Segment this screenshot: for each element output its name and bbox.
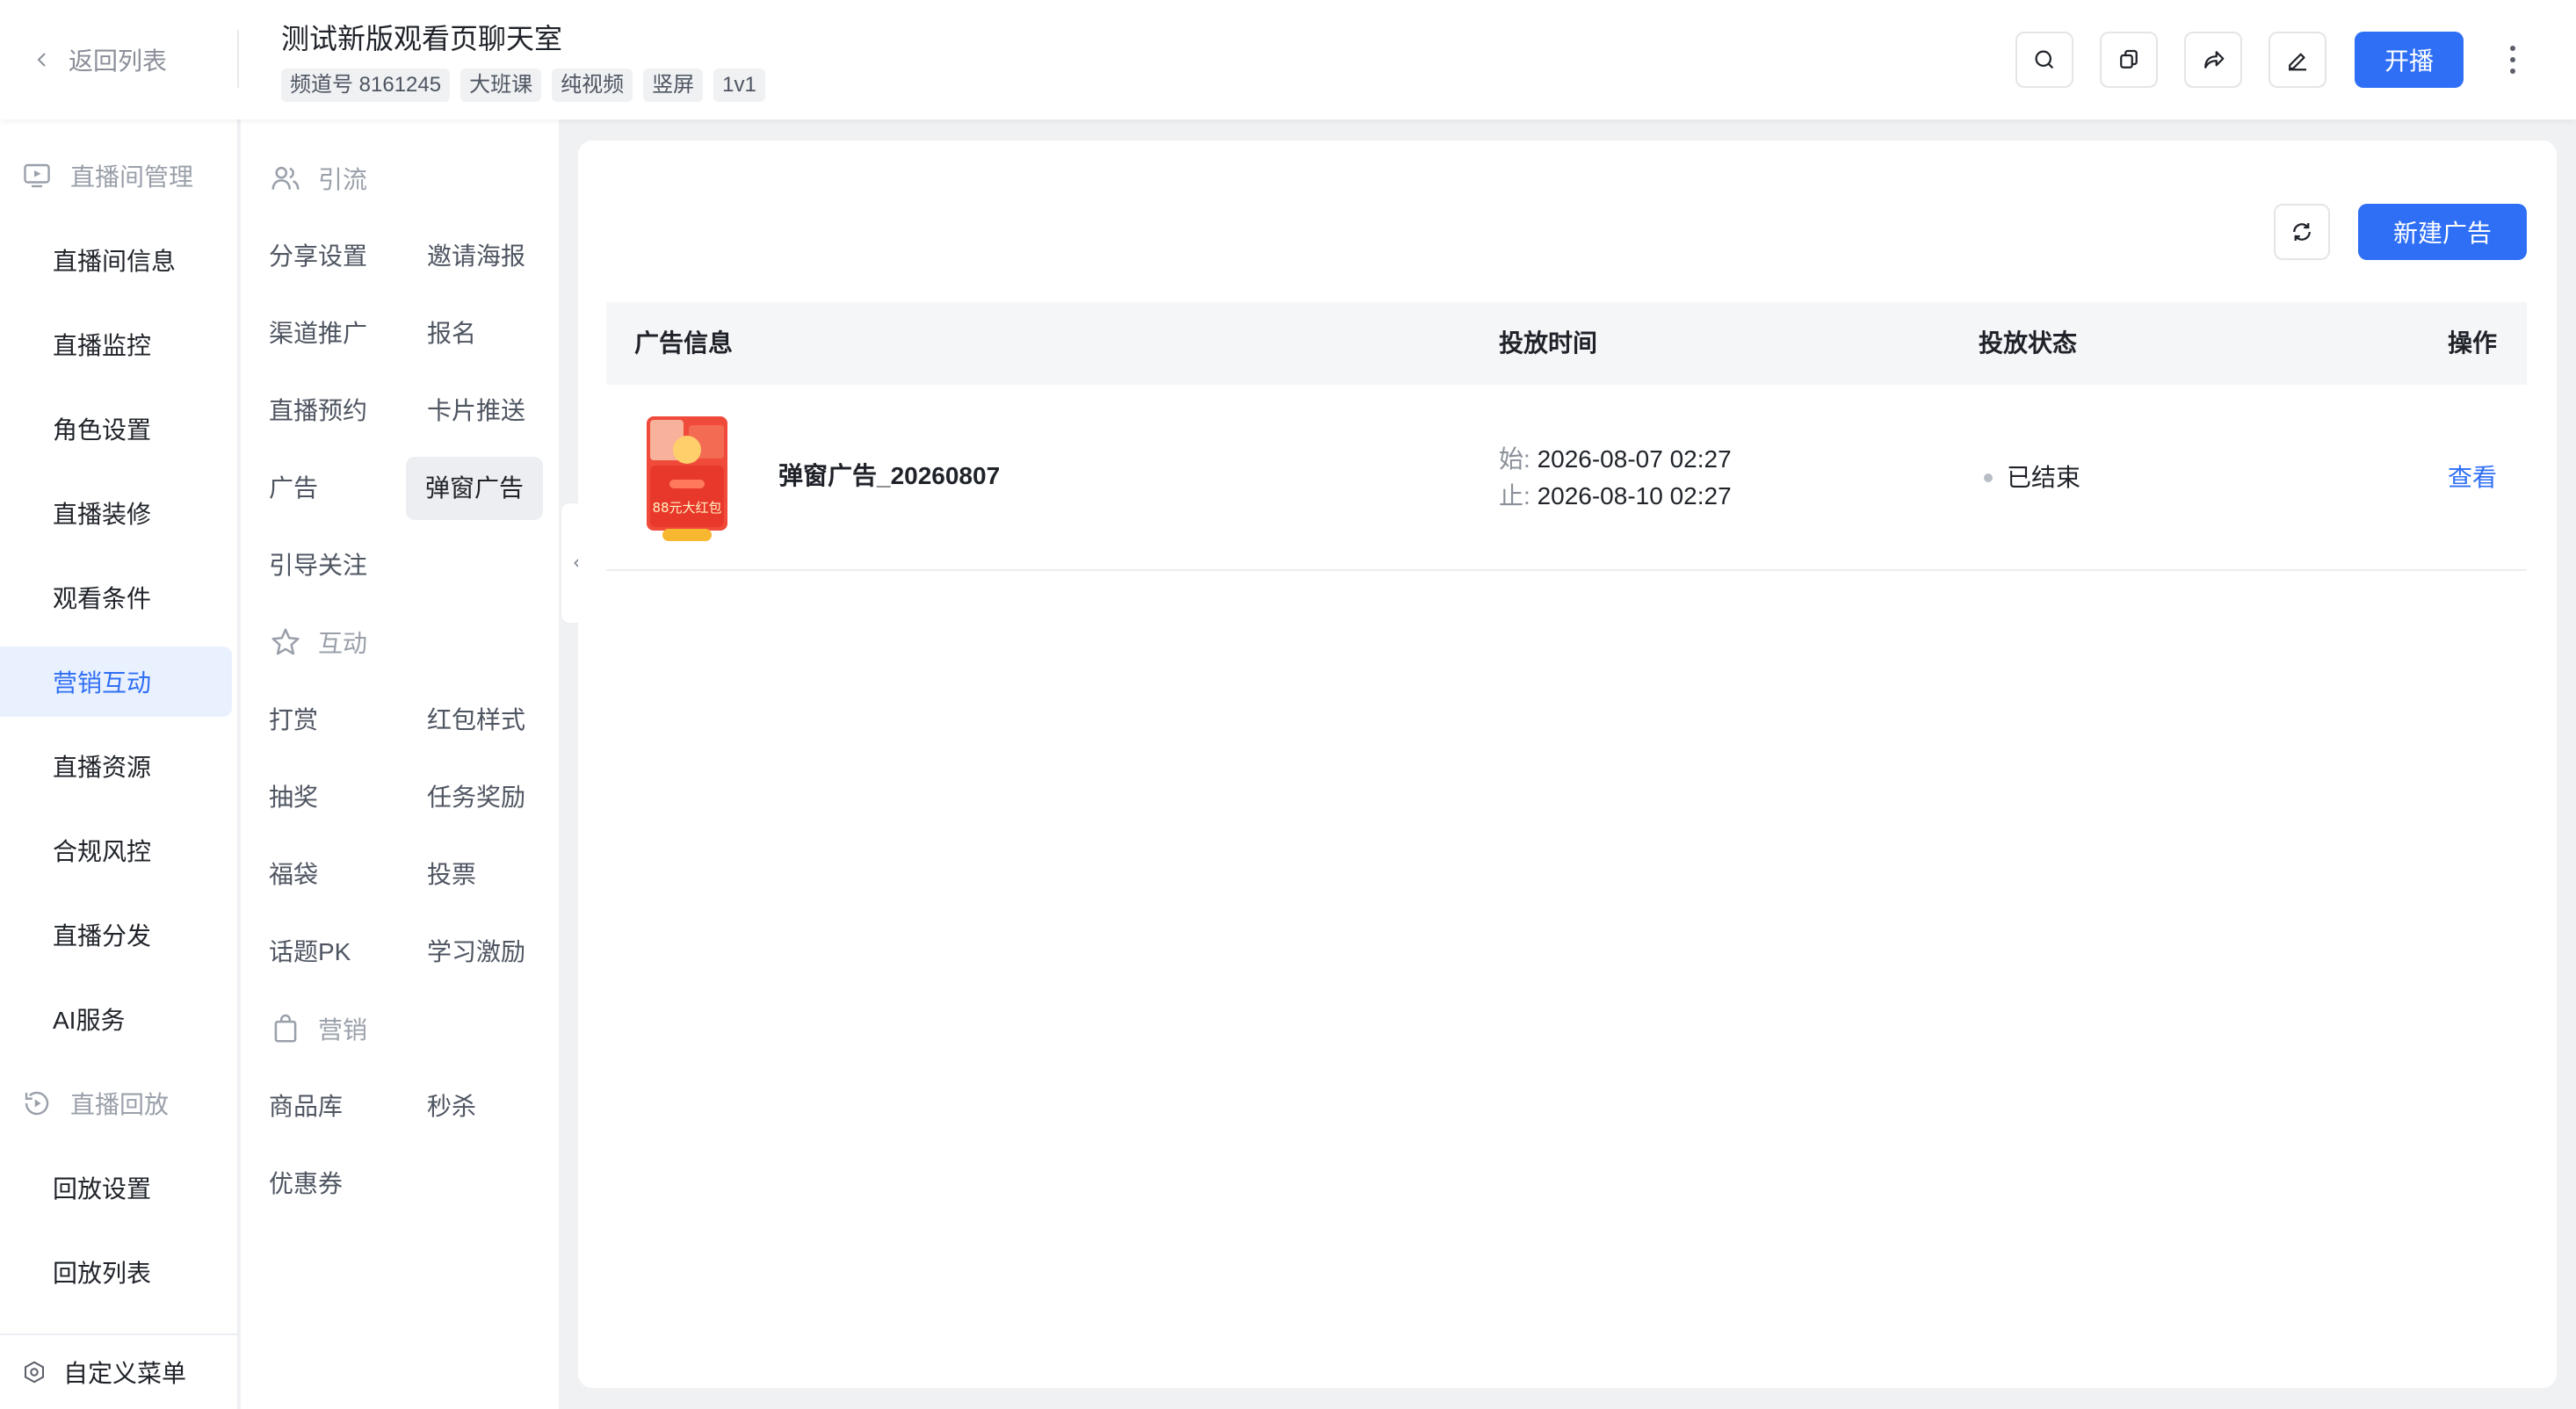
section-marketing: 营销 [269,1007,367,1051]
tag-mode: 1v1 [713,69,765,102]
column-ad-info: 广告信息 [634,329,734,357]
menu-follow-guide[interactable]: 引导关注 [250,534,387,597]
ad-name: 弹窗广告_20260807 [778,462,1001,489]
users-icon [271,166,300,190]
sidebar-item-marketing-interaction[interactable]: 营销互动 [0,647,232,717]
refresh-button[interactable] [2274,204,2330,260]
copy-button[interactable] [2100,32,2158,88]
back-to-list-button[interactable]: 返回列表 [32,39,167,81]
sidebar-item-live-info[interactable]: 直播间信息 [0,225,232,295]
sidebar-group-live-management[interactable]: 直播间管理 [21,149,193,202]
status-dot-icon [1984,473,1993,482]
table-header: 广告信息 投放时间 投放状态 操作 [606,302,2527,385]
sidebar-item-role-settings[interactable]: 角色设置 [0,394,232,464]
live-screen-icon [24,163,50,188]
menu-popup-ads[interactable]: 弹窗广告 [406,457,544,520]
new-ad-button[interactable]: 新建广告 [2358,204,2527,260]
menu-learning-incentive[interactable]: 学习激励 [408,921,545,984]
ad-schedule: 始: 2026-08-07 02:27 止: 2026-08-10 02:27 [1499,441,1732,515]
column-schedule: 投放时间 [1499,329,1598,357]
view-ad-link[interactable]: 查看 [2448,460,2497,495]
sidebar-group-label: 直播间管理 [70,163,194,191]
sidebar-group-label: 直播回放 [70,1091,170,1118]
share-button[interactable] [2184,32,2242,88]
tag-channel-id: 频道号 8161245 [281,69,451,102]
thumb-text: 88元大红包 [652,500,721,516]
table-row: 88元大红包 弹窗广告_20260807 始: 2026-08-07 02:27… [606,385,2527,571]
top-header: 返回列表 测试新版观看页聊天室 频道号 8161245 大班课 纯视频 竖屏 1… [0,0,2576,119]
replay-icon [25,1091,49,1116]
share-icon [2204,51,2225,69]
menu-vote[interactable]: 投票 [408,843,496,907]
section-interaction: 互动 [269,620,367,664]
shopping-bag-icon [274,1014,297,1043]
section-label: 营销 [318,1016,368,1044]
page-title: 测试新版观看页聊天室 [281,23,563,54]
tag-video-type: 纯视频 [552,69,633,102]
tag-class-type: 大班课 [460,69,542,102]
chevron-left-icon [37,53,46,67]
settings-hexagon-icon [25,1361,44,1384]
copy-icon [2120,49,2138,69]
secondary-menu: 引流 分享设置 邀请海报 渠道推广 报名 直播预约 卡片推送 广告 弹窗广告 引… [241,119,559,1409]
menu-lucky-bag[interactable]: 福袋 [250,843,337,907]
search-icon [2035,50,2054,69]
popup-ads-panel: 新建广告 广告信息 投放时间 投放状态 操作 88元大红包 弹窗广告_20260… [578,141,2557,1388]
menu-share-settings[interactable]: 分享设置 [250,225,387,288]
sidebar-item-replay-list[interactable]: 回放列表 [0,1237,232,1307]
menu-lottery[interactable]: 抽奖 [250,766,337,829]
sidebar-item-live-resources[interactable]: 直播资源 [0,731,232,801]
menu-registration[interactable]: 报名 [408,302,496,365]
menu-product-library[interactable]: 商品库 [250,1075,362,1138]
menu-topic-pk[interactable]: 话题PK [250,921,370,984]
start-label: 始: [1499,445,1530,473]
menu-channel-promotion[interactable]: 渠道推广 [250,302,387,365]
menu-red-packet-style[interactable]: 红包样式 [408,689,545,752]
column-status: 投放状态 [1979,329,2078,357]
menu-tipping[interactable]: 打赏 [250,689,337,752]
header-divider [237,30,239,88]
sidebar-item-live-decoration[interactable]: 直播装修 [0,478,232,548]
start-live-button[interactable]: 开播 [2355,32,2464,88]
menu-invite-poster[interactable]: 邀请海报 [408,225,545,288]
sidebar: 直播间管理 直播间信息 直播监控 角色设置 直播装修 观看条件 营销互动 直播资… [0,119,239,1409]
header-actions [2015,32,2326,88]
star-icon [271,628,300,655]
start-time: 2026-08-07 02:27 [1537,445,1732,473]
ads-table: 广告信息 投放时间 投放状态 操作 88元大红包 弹窗广告_20260807 始… [606,302,2527,571]
sidebar-item-replay-settings[interactable]: 回放设置 [0,1152,232,1223]
menu-live-reservation[interactable]: 直播预约 [250,379,387,443]
edit-button[interactable] [2268,32,2326,88]
ad-thumbnail: 88元大红包 [638,411,736,546]
tag-orientation: 竖屏 [643,69,704,102]
menu-card-push[interactable]: 卡片推送 [408,379,545,443]
sidebar-item-live-distribution[interactable]: 直播分发 [0,900,232,970]
column-actions: 操作 [2447,329,2497,357]
status-badge: 已结束 [1984,460,2080,495]
more-options-icon[interactable] [2502,37,2523,83]
status-text: 已结束 [2007,464,2081,491]
channel-tags: 频道号 8161245 大班课 纯视频 竖屏 1v1 [281,69,765,102]
search-button[interactable] [2015,32,2073,88]
sidebar-item-ai-service[interactable]: AI服务 [0,984,232,1054]
end-time: 2026-08-10 02:27 [1537,482,1732,509]
refresh-icon [2293,223,2311,241]
section-label: 互动 [318,630,368,657]
end-label: 止: [1499,482,1530,509]
section-label: 引流 [318,166,368,193]
section-traffic: 引流 [269,156,367,200]
menu-coupons[interactable]: 优惠券 [250,1152,362,1216]
custom-menu-button[interactable]: 自定义菜单 [0,1333,237,1409]
sidebar-item-watch-conditions[interactable]: 观看条件 [0,562,232,632]
sidebar-item-compliance[interactable]: 合规风控 [0,815,232,885]
sidebar-group-replay[interactable]: 直播回放 [21,1077,169,1130]
menu-flash-sale[interactable]: 秒杀 [408,1075,496,1138]
menu-ads[interactable]: 广告 [250,457,337,520]
back-label: 返回列表 [69,47,168,75]
sidebar-item-live-monitor[interactable]: 直播监控 [0,309,232,379]
edit-icon [2289,53,2306,71]
custom-menu-label: 自定义菜单 [63,1360,187,1387]
menu-task-rewards[interactable]: 任务奖励 [408,766,545,829]
